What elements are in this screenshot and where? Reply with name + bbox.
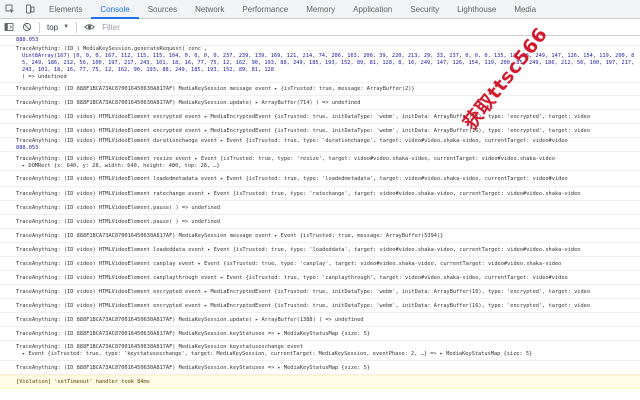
console-message: TraceAnything: (ID video) HTMLVideoEleme… — [0, 215, 640, 229]
console-line: TraceAnything: (ID video) HTMLVideoEleme… — [16, 219, 221, 225]
context-dropdown-icon: ▼ — [63, 24, 70, 30]
inspect-element-icon[interactable] — [0, 0, 20, 18]
console-line: TraceAnything: (ID 888F1BCA73AC870016450… — [16, 344, 304, 350]
console-message: TraceAnything: (ID video) HTMLVideoEleme… — [0, 243, 640, 257]
console-line: [Violation] 'setTimeout' handler took 84… — [16, 379, 150, 385]
console-line: TraceAnything: (ID video) HTMLVideoEleme… — [16, 303, 591, 309]
console-message: TraceAnything: (ID video) HTMLVideoEleme… — [0, 154, 640, 171]
tab-security[interactable]: Security — [401, 0, 448, 18]
filter-input[interactable] — [102, 20, 640, 34]
console-line: TraceAnything: (ID video) HTMLVideoEleme… — [16, 114, 591, 120]
console-message: TraceAnything: (ID 888F1BCA73AC870016450… — [0, 361, 640, 375]
console-message: TraceAnything: (ID video) HTMLVideoEleme… — [0, 187, 640, 201]
tab-network[interactable]: Network — [186, 0, 233, 18]
console-message: TraceAnything: (ID ) MediaKeySession.gen… — [0, 46, 640, 83]
console-line: ▸ Event {isTrusted: true, type: 'keystat… — [22, 351, 533, 357]
console-message: TraceAnything: (ID 888F1BCA73AC870016450… — [0, 341, 640, 361]
tab-console[interactable]: Console — [91, 0, 140, 19]
console-toolbar: top ▼ — [0, 19, 640, 36]
console-line: TraceAnything: (ID video) HTMLVideoEleme… — [16, 205, 221, 211]
console-line: ▸ DOMRect {x: 640, y: 28, width: 640, he… — [22, 163, 220, 169]
console-message: TraceAnything: (ID video) HTMLVideoEleme… — [0, 110, 640, 124]
tab-media[interactable]: Media — [505, 0, 545, 18]
console-line: TraceAnything: (ID video) HTMLVideoEleme… — [16, 247, 581, 253]
sidebar-toggle-icon[interactable] — [0, 19, 18, 36]
context-label: top — [47, 22, 59, 32]
console-line: ) => undefined — [22, 74, 67, 80]
console-line: TraceAnything: (ID video) HTMLVideoEleme… — [16, 275, 568, 281]
eye-icon[interactable] — [80, 19, 98, 36]
tab-elements[interactable]: Elements — [40, 0, 91, 18]
console-message: TraceAnything: (ID video) HTMLVideoEleme… — [0, 271, 640, 285]
console-line: TraceAnything: (ID video) HTMLVideoEleme… — [16, 176, 568, 182]
console-line: TraceAnything: (ID video) HTMLVideoEleme… — [16, 289, 591, 295]
console-log: 888.053 TraceAnything: (ID ) MediaKeySes… — [0, 37, 640, 400]
console-message: TraceAnything: (ID video) HTMLVideoEleme… — [0, 138, 640, 152]
tab-sources[interactable]: Sources — [139, 0, 186, 18]
console-violation-message: [Violation] 'setTimeout' handler took 84… — [0, 375, 640, 389]
console-line: TraceAnything: (ID video) HTMLVideoEleme… — [16, 128, 591, 134]
console-message: TraceAnything: (ID video) HTMLVideoEleme… — [0, 171, 640, 187]
console-message: TraceAnything: (ID 888F1BCA73AC870016450… — [0, 96, 640, 110]
console-line: TraceAnything: (ID 888F1BCA73AC870016450… — [16, 100, 361, 106]
console-message: TraceAnything: (ID video) HTMLVideoEleme… — [0, 285, 640, 299]
console-message: TraceAnything: (ID video) HTMLVideoEleme… — [0, 124, 640, 138]
console-line: TraceAnything: (ID 888F1BCA73AC870016450… — [16, 86, 415, 92]
console-message: TraceAnything: (ID 888F1BCA73AC870016450… — [0, 84, 640, 96]
console-message: 888.053 — [0, 37, 640, 46]
tab-lighthouse[interactable]: Lighthouse — [448, 0, 505, 18]
console-message: TraceAnything: (ID video) HTMLVideoEleme… — [0, 201, 640, 215]
device-toolbar-icon[interactable] — [20, 0, 40, 18]
console-line: Uint8Array(167) [0, 0, 0, 167, 112, 115,… — [22, 53, 635, 73]
tab-memory[interactable]: Memory — [297, 0, 344, 18]
console-message: TraceAnything: (ID 888F1BCA73AC870016450… — [0, 313, 640, 327]
toolbar-divider — [39, 21, 40, 33]
console-line: TraceAnything: (ID video) HTMLVideoEleme… — [16, 191, 581, 197]
console-line: 888.053 — [16, 37, 39, 43]
console-message: TraceAnything: (ID 888F1BCA73AC870016450… — [0, 229, 640, 243]
toolbar-divider — [76, 21, 78, 33]
console-message: TraceAnything: (ID 888F1BCA73AC870016450… — [0, 327, 640, 341]
tab-application[interactable]: Application — [344, 0, 401, 18]
console-line: TraceAnything: (ID 888F1BCA73AC870016450… — [16, 365, 370, 371]
console-line: TraceAnything: (ID 888F1BCA73AC870016450… — [16, 331, 370, 337]
console-line: TraceAnything: (ID 888F1BCA73AC870016450… — [16, 317, 364, 323]
console-line: TraceAnything: (ID ) MediaKeySession.gen… — [16, 46, 208, 52]
tab-performance[interactable]: Performance — [233, 0, 297, 18]
clear-console-icon[interactable] — [18, 19, 36, 36]
console-line: TraceAnything: (ID video) HTMLVideoEleme… — [16, 156, 555, 162]
console-message: TraceAnything: (ID video) HTMLVideoEleme… — [0, 257, 640, 271]
context-selector[interactable]: top ▼ — [43, 23, 73, 32]
console-line: TraceAnything: (ID 888F1BCA73AC870016450… — [16, 233, 444, 239]
console-message: TraceAnything: (ID video) HTMLVideoEleme… — [0, 299, 640, 313]
console-line: TraceAnything: (ID video) HTMLVideoEleme… — [16, 138, 568, 144]
console-line: TraceAnything: (ID video) HTMLVideoEleme… — [16, 261, 562, 267]
devtools-tabbar: Elements Console Sources Network Perform… — [0, 0, 640, 19]
console-line: 888.053 — [16, 145, 39, 151]
